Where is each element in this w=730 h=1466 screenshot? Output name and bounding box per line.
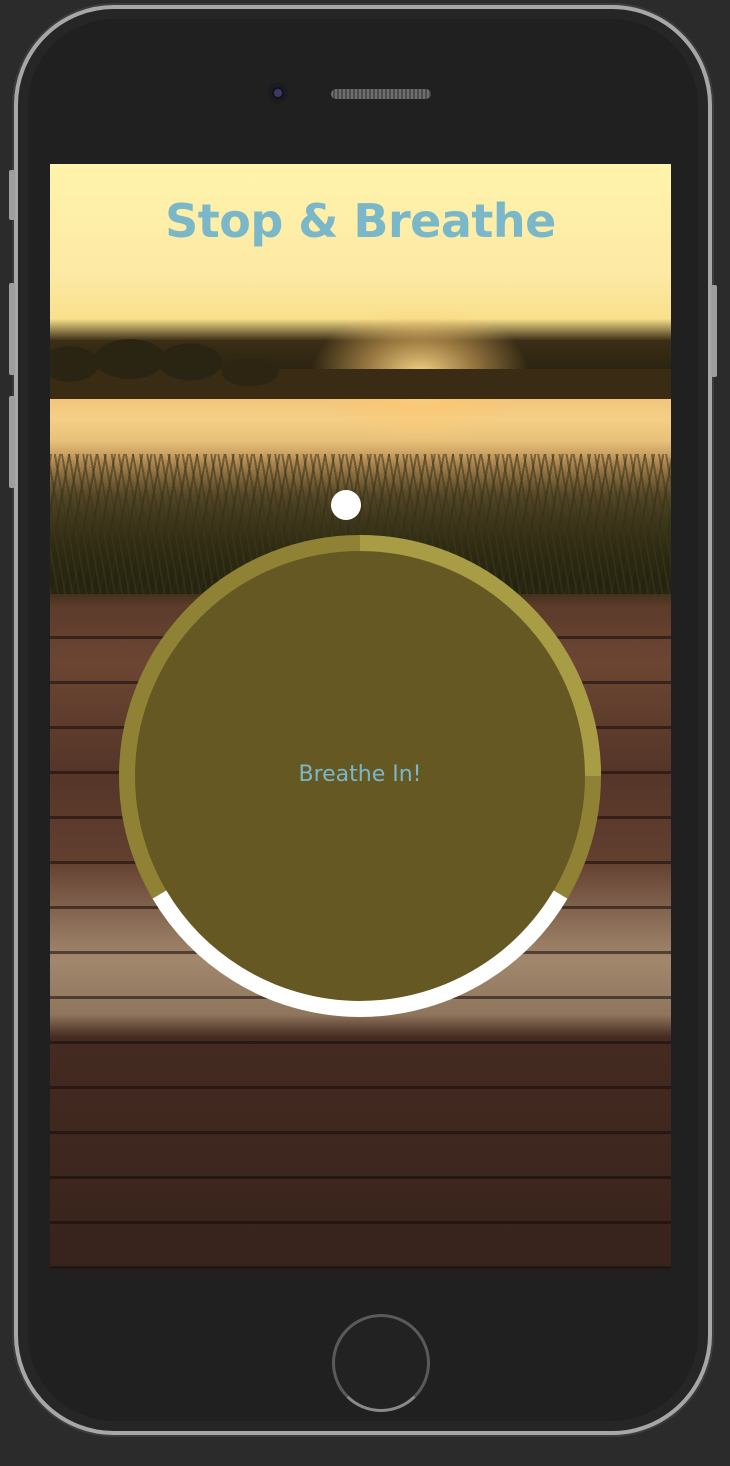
power-button[interactable] bbox=[711, 285, 717, 377]
volume-up-button[interactable] bbox=[9, 283, 15, 375]
mute-switch[interactable] bbox=[9, 170, 15, 220]
earpiece-speaker-icon bbox=[331, 89, 431, 99]
volume-down-button[interactable] bbox=[9, 396, 15, 488]
progress-dot-icon bbox=[331, 490, 361, 520]
breath-instruction: Breathe In! bbox=[298, 762, 422, 787]
breathing-widget[interactable] bbox=[50, 164, 671, 1269]
home-button-icon[interactable] bbox=[332, 1314, 430, 1412]
app-screen: Stop & Breathe Breathe In! bbox=[50, 164, 671, 1269]
front-camera-icon bbox=[268, 83, 288, 103]
